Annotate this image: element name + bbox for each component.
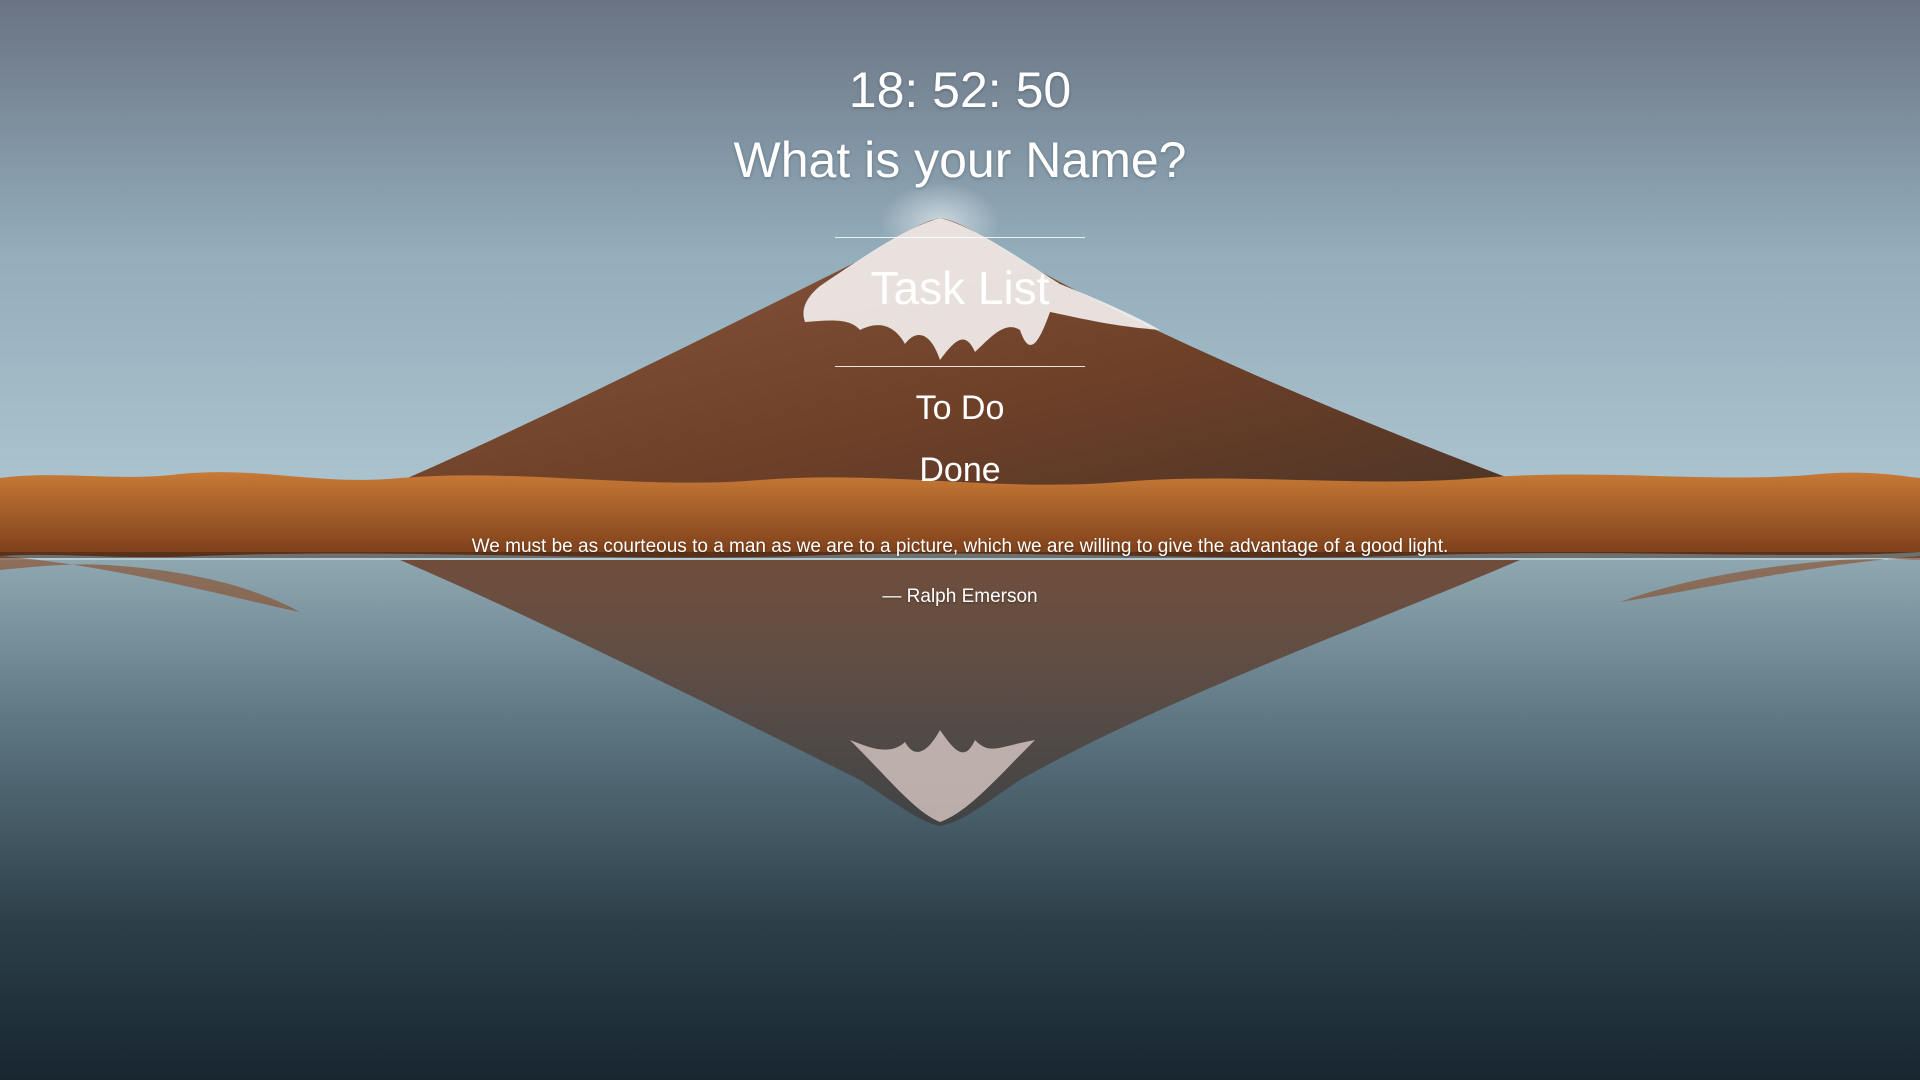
clock-display: 18: 52: 50 [848, 62, 1072, 118]
main-content: 18: 52: 50 What is your Name? Task List … [0, 0, 1920, 1080]
task-list-title[interactable]: Task List [835, 260, 1085, 316]
quote-text: We must be as courteous to a man as we a… [471, 536, 1449, 557]
todo-section-label[interactable]: To Do [0, 386, 1920, 430]
task-list-panel: Task List [835, 237, 1085, 367]
name-prompt[interactable]: What is your Name? [0, 130, 1920, 190]
quote-author: — Ralph Emerson [882, 586, 1038, 607]
done-section-label[interactable]: Done [0, 448, 1920, 492]
